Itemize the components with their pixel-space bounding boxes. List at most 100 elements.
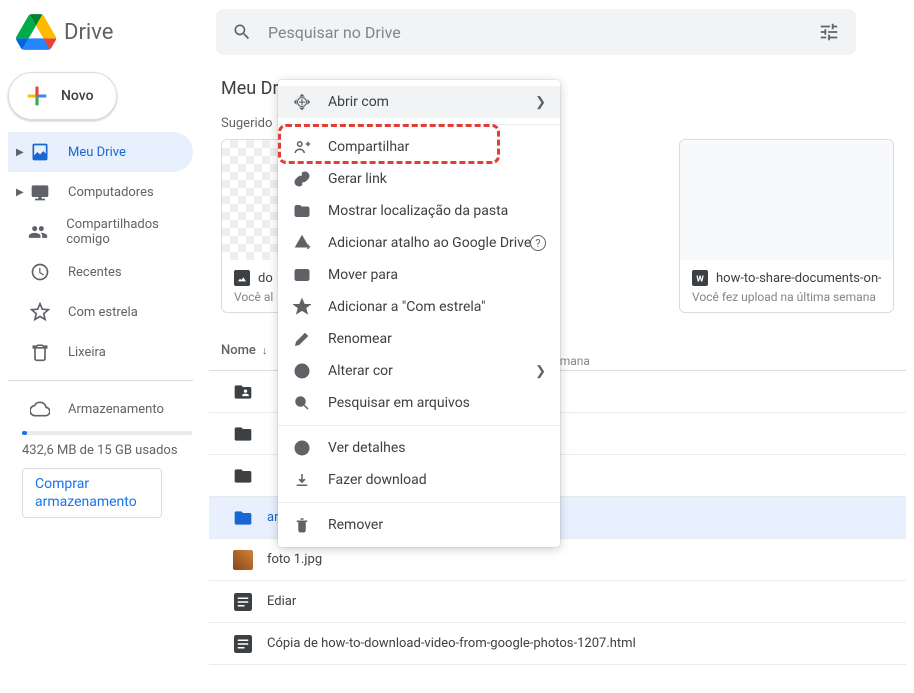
menu-label: Abrir com	[328, 94, 389, 110]
sidebar-item-shared[interactable]: ▶ Compartilhados comigo	[8, 212, 193, 252]
chevron-right-icon: ▶	[16, 147, 26, 158]
folder-icon	[233, 424, 253, 444]
list-header-name: Nome	[221, 343, 256, 358]
svg-text:W: W	[696, 274, 704, 284]
menu-label: Alterar cor	[328, 363, 393, 379]
menu-label: Gerar link	[328, 171, 387, 187]
logo-area[interactable]: Drive	[16, 12, 216, 52]
menu-view-details[interactable]: Ver detalhes	[278, 432, 560, 464]
share-icon	[293, 138, 311, 156]
nav-label: Com estrela	[68, 305, 138, 320]
folder-icon	[233, 466, 253, 486]
menu-download[interactable]: Fazer download	[278, 464, 560, 496]
word-icon: W	[692, 270, 708, 286]
divider	[8, 380, 193, 381]
card-filename: how-to-share-documents-on-...	[716, 271, 881, 286]
menu-label: Fazer download	[328, 472, 427, 488]
menu-show-location[interactable]: Mostrar localização da pasta	[278, 195, 560, 227]
menu-divider	[278, 124, 560, 125]
search-input[interactable]	[268, 23, 806, 42]
menu-move-to[interactable]: Mover para	[278, 259, 560, 291]
app-title: Drive	[64, 20, 113, 45]
menu-change-color[interactable]: Alterar cor ❯	[278, 355, 560, 387]
folder-open-icon	[293, 202, 311, 220]
sidebar-item-recent[interactable]: ▶ Recentes	[8, 252, 193, 292]
computers-icon	[30, 182, 50, 202]
recent-icon	[30, 262, 50, 282]
sidebar-item-my-drive[interactable]: ▶ Meu Drive	[8, 132, 193, 172]
trash-icon	[30, 342, 50, 362]
trash-icon	[293, 516, 311, 534]
card-preview	[680, 140, 893, 260]
context-menu: Abrir com ❯ Compartilhar Gerar link Most…	[278, 80, 560, 547]
chevron-right-icon: ▶	[16, 187, 26, 198]
open-icon	[293, 93, 311, 111]
search-icon	[232, 22, 252, 42]
search-bar[interactable]	[216, 9, 856, 55]
menu-rename[interactable]: Renomear	[278, 323, 560, 355]
drive-icon	[30, 142, 50, 162]
menu-divider	[278, 502, 560, 503]
menu-label: Adicionar atalho ao Google Drive	[328, 235, 531, 251]
star-icon	[293, 298, 311, 316]
new-button-label: Novo	[61, 88, 94, 104]
buy-storage-button[interactable]: Comprar armazenamento	[22, 468, 162, 518]
menu-remove[interactable]: Remover	[278, 509, 560, 541]
plus-icon	[23, 82, 51, 110]
file-name: foto 1.jpg	[267, 552, 322, 567]
link-icon	[293, 170, 311, 188]
gdoc-icon	[234, 593, 252, 611]
nav-label: Computadores	[68, 185, 154, 200]
star-icon	[30, 302, 50, 322]
storage-used-text: 432,6 MB de 15 GB usados	[22, 443, 193, 458]
menu-add-shortcut[interactable]: Adicionar atalho ao Google Drive ?	[278, 227, 560, 259]
info-icon	[293, 439, 311, 457]
file-row[interactable]: Ediar	[209, 581, 906, 623]
menu-label: Mover para	[328, 267, 398, 283]
drive-add-icon	[293, 234, 311, 252]
drive-logo-icon	[16, 12, 56, 52]
menu-share[interactable]: Compartilhar	[278, 131, 560, 163]
storage-fill	[22, 431, 27, 435]
chevron-right-icon: ❯	[535, 364, 546, 379]
nav-label: Recentes	[68, 265, 122, 280]
menu-label: Adicionar a "Com estrela"	[328, 299, 485, 315]
sidebar-item-computers[interactable]: ▶ Computadores	[8, 172, 193, 212]
new-button[interactable]: Novo	[8, 72, 117, 120]
sidebar-item-storage[interactable]: ▶ Armazenamento	[8, 389, 193, 429]
folder-shared-icon	[233, 382, 253, 402]
file-name: Cópia de how-to-download-video-from-goog…	[267, 636, 636, 651]
menu-add-starred[interactable]: Adicionar a "Com estrela"	[278, 291, 560, 323]
rename-icon	[293, 330, 311, 348]
photo-thumb-icon	[233, 550, 253, 570]
nav-label: Armazenamento	[68, 402, 164, 417]
search-icon	[293, 394, 311, 412]
menu-search-files[interactable]: Pesquisar em arquivos	[278, 387, 560, 419]
menu-label: Compartilhar	[328, 139, 409, 155]
chevron-right-icon: ❯	[535, 95, 546, 110]
color-icon	[293, 362, 311, 380]
help-icon: ?	[530, 235, 546, 251]
file-row[interactable]: Cópia de how-to-download-video-from-goog…	[209, 623, 906, 665]
menu-label: Remover	[328, 517, 383, 533]
menu-divider	[278, 425, 560, 426]
menu-get-link[interactable]: Gerar link	[278, 163, 560, 195]
tune-icon[interactable]	[818, 21, 840, 43]
menu-open-with[interactable]: Abrir com ❯	[278, 86, 560, 118]
file-name: Ediar	[267, 594, 296, 609]
download-icon	[293, 471, 311, 489]
gdoc-icon	[234, 635, 252, 653]
folder-icon	[233, 508, 253, 528]
sidebar-item-starred[interactable]: ▶ Com estrela	[8, 292, 193, 332]
storage-bar	[22, 431, 192, 435]
sidebar-item-trash[interactable]: ▶ Lixeira	[8, 332, 193, 372]
sidebar: Novo ▶ Meu Drive ▶ Computadores ▶ Compar…	[0, 64, 201, 693]
menu-label: Mostrar localização da pasta	[328, 203, 508, 219]
cloud-icon	[30, 399, 50, 419]
suggested-card[interactable]: W how-to-share-documents-on-... Você fez…	[679, 139, 894, 313]
shared-icon	[28, 222, 48, 242]
move-icon	[293, 266, 311, 284]
sort-arrow-icon: ↓	[262, 344, 268, 357]
menu-label: Renomear	[328, 331, 392, 347]
header: Drive	[0, 0, 914, 64]
